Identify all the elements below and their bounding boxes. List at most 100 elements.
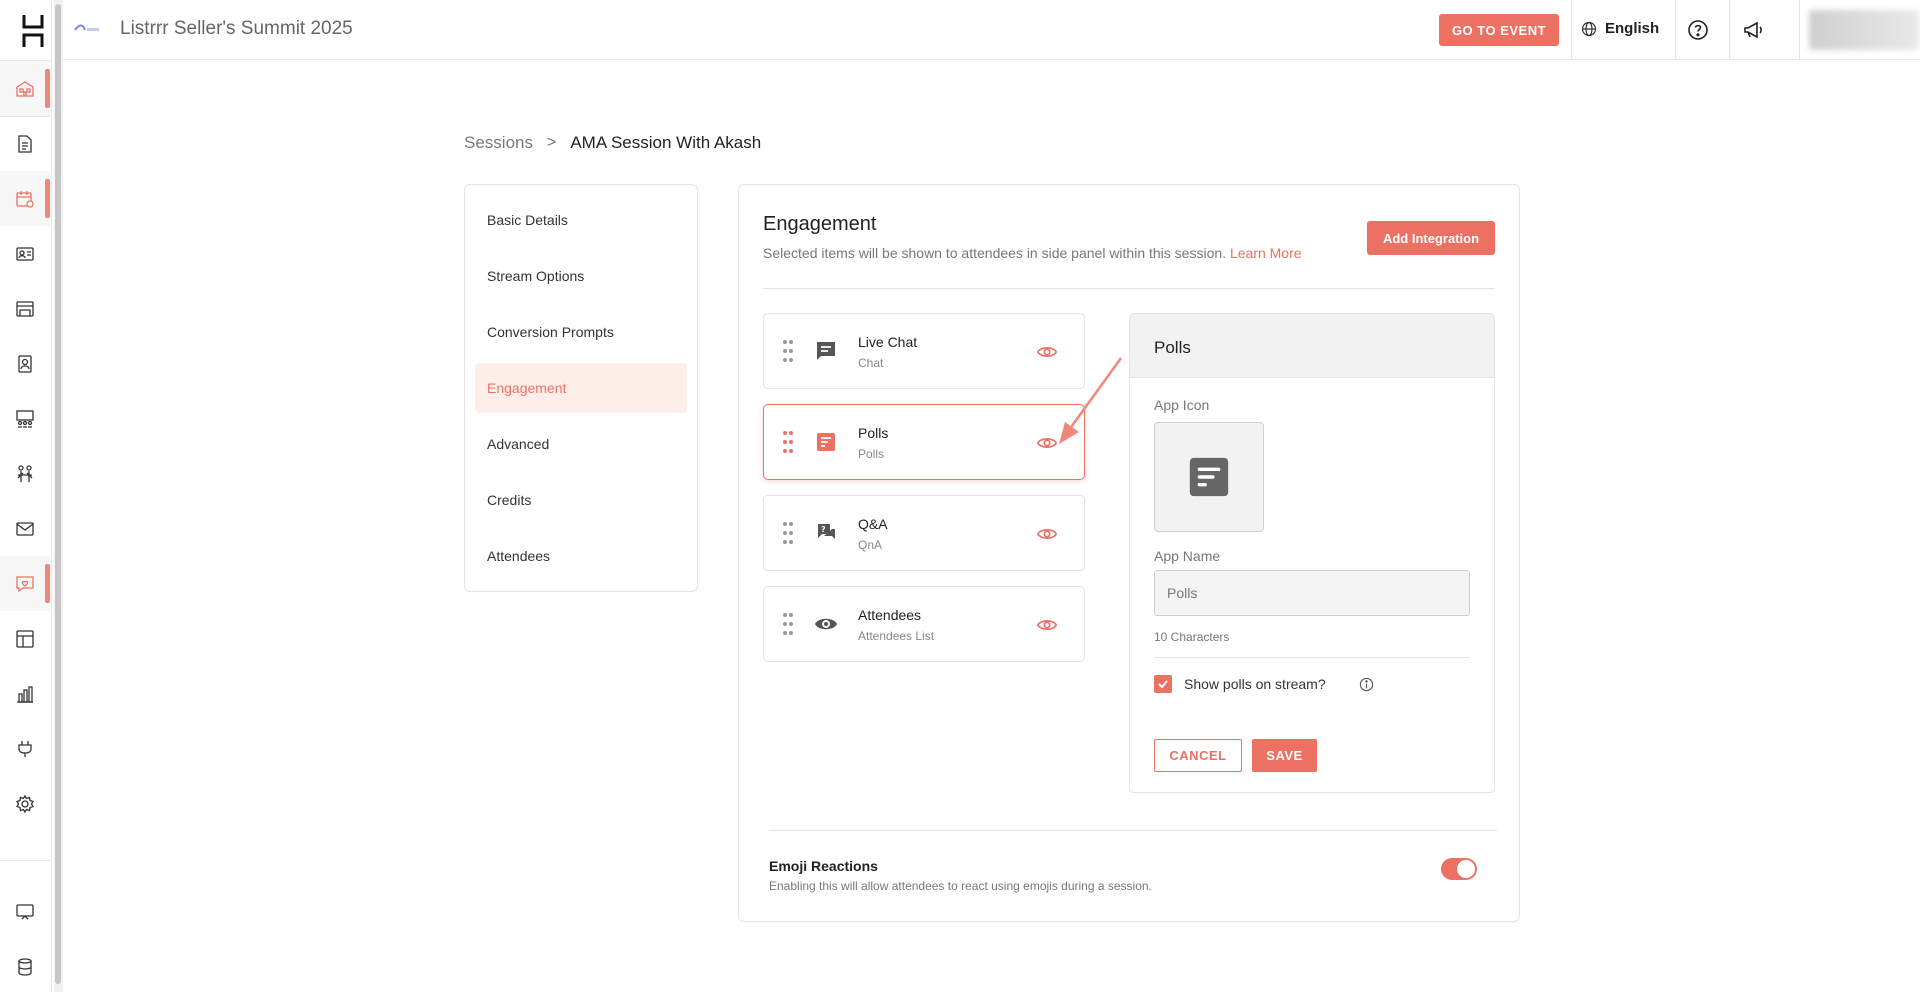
emoji-reactions-description: Enabling this will allow attendees to re… — [769, 879, 1152, 893]
qna-icon: ? — [818, 524, 835, 539]
event-title: Listrrr Seller's Summit 2025 — [120, 18, 353, 39]
poll-icon — [817, 433, 835, 451]
mail-icon — [16, 521, 34, 536]
language-label: English — [1605, 20, 1660, 37]
go-to-event-button[interactable]: GO TO EVENT — [1439, 14, 1559, 46]
rail-booths[interactable] — [0, 281, 50, 336]
emoji-reactions-title: Emoji Reactions — [769, 858, 878, 874]
drag-handle-icon[interactable] — [782, 430, 794, 454]
breadcrumb: Sessions > AMA Session With Akash — [464, 133, 761, 153]
rail-engagement[interactable] — [0, 556, 50, 611]
user-avatar[interactable] — [1809, 10, 1919, 50]
chat-icon — [817, 342, 835, 360]
rail-documents[interactable] — [0, 116, 50, 171]
screen-icon — [16, 903, 34, 919]
subnav-conversion-prompts[interactable]: Conversion Prompts — [475, 307, 687, 357]
app-card-qna[interactable]: ? Q&A QnA — [763, 495, 1085, 571]
plug-icon — [18, 740, 32, 757]
brand-logo-icon[interactable] — [22, 15, 46, 47]
poll-icon — [1189, 457, 1229, 497]
topbar: Listrrr Seller's Summit 2025 GO TO EVENT… — [63, 0, 1920, 60]
rail-scrollbar[interactable] — [54, 0, 63, 992]
id-card-icon — [16, 246, 34, 261]
divider — [763, 288, 1495, 289]
rail-mail[interactable] — [0, 501, 50, 556]
networking-icon — [17, 464, 33, 482]
subnav-advanced[interactable]: Advanced — [475, 419, 687, 469]
char-count: 10 Characters — [1154, 630, 1230, 644]
subnav-stream-options[interactable]: Stream Options — [475, 251, 687, 301]
app-card-polls[interactable]: Polls Polls — [763, 404, 1085, 480]
person-card-icon — [18, 354, 32, 373]
audience-icon — [16, 409, 34, 428]
show-on-stream-checkbox[interactable] — [1154, 675, 1172, 693]
megaphone-icon[interactable] — [1741, 18, 1765, 42]
learn-more-link[interactable]: Learn More — [1230, 245, 1302, 261]
help-icon[interactable] — [1686, 18, 1710, 42]
subnav-credits[interactable]: Credits — [475, 475, 687, 525]
app-icon-picker[interactable] — [1154, 422, 1264, 532]
rail-analytics[interactable] — [0, 666, 50, 721]
rail-layout[interactable] — [0, 611, 50, 666]
app-sub: QnA — [858, 538, 883, 552]
calendar-icon — [16, 190, 34, 208]
app-card-live-chat[interactable]: Live Chat Chat — [763, 313, 1085, 389]
engagement-title: Engagement — [763, 213, 877, 235]
layout-icon — [16, 629, 34, 648]
rail-home[interactable] — [0, 61, 50, 116]
visibility-eye-icon[interactable] — [1036, 523, 1058, 545]
left-rail — [0, 0, 52, 992]
info-icon[interactable] — [1359, 677, 1374, 692]
svg-text:?: ? — [821, 525, 826, 534]
checkmark-icon — [1158, 680, 1168, 689]
divider — [1154, 657, 1470, 658]
gear-icon — [16, 794, 34, 813]
rail-speakers[interactable] — [0, 336, 50, 391]
app-card-attendees[interactable]: Attendees Attendees List — [763, 586, 1085, 662]
rail-stage[interactable] — [0, 391, 50, 446]
rail-integrations[interactable] — [0, 721, 50, 776]
rail-present[interactable] — [0, 884, 50, 939]
rail-badges[interactable] — [0, 226, 50, 281]
drag-handle-icon[interactable] — [782, 339, 794, 363]
rail-networking[interactable] — [0, 446, 50, 501]
app-name-input[interactable] — [1154, 570, 1470, 616]
app-name: Attendees — [858, 607, 922, 623]
subnav-engagement[interactable]: Engagement — [475, 363, 687, 413]
chevron-right-icon: > — [546, 134, 557, 151]
building-icon — [16, 80, 34, 97]
document-icon — [18, 134, 32, 153]
app-name: Live Chat — [858, 334, 918, 350]
engagement-panel: Engagement Selected items will be shown … — [738, 184, 1520, 922]
save-button[interactable]: SAVE — [1252, 739, 1317, 772]
emoji-reactions-toggle[interactable] — [1441, 858, 1477, 880]
visibility-eye-icon[interactable] — [1036, 614, 1058, 636]
eye-icon — [815, 618, 837, 630]
subnav-attendees[interactable]: Attendees — [475, 531, 687, 581]
rail-settings[interactable] — [0, 776, 50, 831]
subnav-basic-details[interactable]: Basic Details — [475, 195, 687, 245]
language-selector[interactable]: English — [1581, 20, 1659, 37]
app-edit-panel: Polls App Icon App Name 10 Characters Sh… — [1129, 313, 1495, 793]
engagement-description-text: Selected items will be shown to attendee… — [763, 245, 1227, 261]
drag-handle-icon[interactable] — [782, 612, 794, 636]
engagement-description: Selected items will be shown to attendee… — [763, 245, 1302, 261]
edit-panel-title: Polls — [1130, 314, 1494, 378]
breadcrumb-current: AMA Session With Akash — [570, 133, 762, 152]
app-name: Q&A — [858, 516, 888, 532]
event-logo-icon — [74, 24, 99, 31]
breadcrumb-sessions-link[interactable]: Sessions — [464, 133, 533, 153]
cancel-button[interactable]: CANCEL — [1154, 739, 1242, 772]
heart-message-icon — [16, 575, 34, 592]
globe-icon — [1581, 21, 1597, 36]
app-name-label: App Name — [1154, 548, 1221, 564]
rail-calendar[interactable] — [0, 171, 50, 226]
show-on-stream-label: Show polls on stream? — [1184, 676, 1326, 692]
drag-handle-icon[interactable] — [782, 521, 794, 545]
rail-database[interactable] — [0, 939, 50, 992]
app-sub: Polls — [858, 447, 885, 461]
add-integration-button[interactable]: Add Integration — [1367, 221, 1495, 255]
app-sub: Chat — [858, 356, 884, 370]
app-name: Polls — [858, 425, 889, 441]
divider — [769, 830, 1497, 831]
